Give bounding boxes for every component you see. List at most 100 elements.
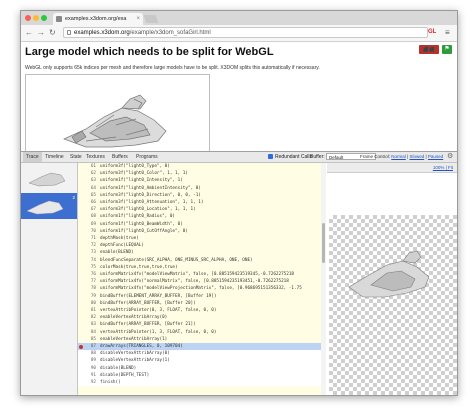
tab-bar: examples.x3dom.org/exa × [21,11,457,25]
menu-icon[interactable]: ≡ [445,28,450,37]
trace-line[interactable]: 75 colorMask(true,true,true,true) [78,264,326,271]
back-icon[interactable]: ← [25,28,33,37]
page-info-icon[interactable] [67,30,71,35]
trace-line[interactable]: 63 uniform1f("light0_Intensity", 1) [78,177,326,184]
preview-panel: 100% | Fit [327,163,457,395]
inspector-capture-button[interactable]: ⬛⬛ [419,45,439,54]
trace-line[interactable]: 73 enable(BLEND) [78,249,326,256]
browser-window: examples.x3dom.org/exa × ← → ↻ examples.… [20,10,458,396]
trace-line[interactable]: 62 uniform3f("light0_Color", 1, 1, 1) [78,170,326,177]
breakpoint-icon[interactable] [79,345,83,349]
trace-line[interactable]: 72 depthFunc(LEQUAL) [78,242,326,249]
line-number: 74 [90,257,96,263]
trace-line[interactable]: 77 uniformMatrix4fv("normalMatrix", false… [78,278,326,285]
call-text: blendFuncSeparate(SRC_ALPHA, ONE_MINUS_S… [100,257,253,263]
preview-canvas[interactable] [329,215,457,395]
call-text: uniform3f("light0_Color", 1, 1, 1) [100,171,188,177]
trace-line[interactable]: 67 uniform3f("light0_Location", 1, 1, 1) [78,206,326,213]
call-text: vertexAttribPointer(1, 3, FLOAT, false, … [100,329,217,335]
trace-line[interactable]: 81 vertexAttribPointer(0, 3, FLOAT, false… [78,307,326,314]
trace-line[interactable]: 85 enableVertexAttribArray(1) [78,336,326,343]
trace-line[interactable]: 65 uniform3f("light0_Direction", 0, 0, -1… [78,192,326,199]
trace-line[interactable]: 87 drawArrays(TRIANGLES, 0, 109704) [78,343,326,351]
line-number: 92 [90,380,96,385]
call-text: uniform1f("light0_Radius", 0) [100,214,176,220]
line-number: 68 [90,214,96,220]
tab-textures[interactable]: Textures [83,152,108,162]
scrollbar-thumb[interactable] [322,223,325,263]
trace-line[interactable]: 80 bindBuffer(ARRAY_BUFFER, [Buffer 20]) [78,300,326,307]
call-text: bindBuffer(ARRAY_BUFFER, [Buffer 20]) [100,300,196,306]
minimize-window-button[interactable] [33,15,39,21]
line-number: 69 [90,221,96,227]
call-text: uniform1f("light0_AmbientIntensity", 0) [100,185,201,191]
call-text: vertexAttribPointer(0, 3, FLOAT, false, … [100,308,217,313]
tab-buffers[interactable]: Buffers [109,152,131,162]
webgl-inspector-extension-icon[interactable]: GL [428,29,436,35]
line-number: 89 [90,358,96,364]
reload-icon[interactable]: ↻ [49,28,56,37]
redundant-calls-label: Redundant Calls [275,154,312,160]
forward-icon[interactable]: → [37,28,45,37]
trace-line[interactable]: 68 uniform1f("light0_Radius", 0) [78,213,326,220]
zoom-fit-link[interactable]: Fit [448,165,453,170]
frame-control-slowed[interactable]: Slowed [409,154,424,159]
call-text: uniform1f("light0_BeamWidth", 0) [100,221,183,227]
tab-programs[interactable]: Programs [133,152,161,162]
line-number: 83 [90,322,96,328]
zoom-window-button[interactable] [41,15,47,21]
trace-line[interactable]: 78 uniformMatrix4fv("modelViewProjectionM… [78,285,326,292]
trace-line[interactable]: 82 enableVertexAttribArray(0) [78,314,326,321]
close-window-button[interactable] [25,15,31,21]
tab-timeline[interactable]: Timeline [42,152,67,162]
trace-line[interactable]: 64 uniform1f("light0_AmbientIntensity", 0… [78,185,326,192]
tab-title: examples.x3dom.org/exa [65,16,127,22]
call-text: finish() [100,380,121,385]
trace-line[interactable]: 61 uniform3f("light0_Type", 0) [78,163,326,170]
trace-line[interactable]: 84 vertexAttribPointer(1, 3, FLOAT, false… [78,329,326,336]
trace-line[interactable]: 90 disable(BLEND) [78,364,326,372]
frame-control-normal[interactable]: Normal [391,154,406,159]
trace-line[interactable]: 69 uniform1f("light0_BeamWidth", 0) [78,221,326,228]
trace-line[interactable]: 70 uniform1f("light0_CutOffAngle", 0) [78,228,326,235]
call-text: uniform3f("light0_Type", 0) [100,164,170,169]
trace-line[interactable]: 66 uniform3f("light0_Attenuation", 1, 1, … [78,199,326,206]
line-number: 88 [90,351,96,357]
line-number: 67 [90,207,96,213]
zoom-controls: 100% | Fit [432,165,453,170]
trace-scrollbar[interactable] [321,163,326,395]
call-text: uniformMatrix4fv("normalMatrix", false, … [100,279,289,285]
new-tab-button[interactable] [143,15,159,23]
inspector-toggle-button[interactable]: ⚑ [442,45,452,54]
call-text: bindBuffer(ELEMENT_ARRAY_BUFFER, [Buffer… [100,293,217,299]
call-list-item[interactable]: 2 [21,193,77,219]
trace-line[interactable]: 74 blendFuncSeparate(SRC_ALPHA, ONE_MINUS… [78,257,326,264]
trace-line[interactable]: 79 bindBuffer(ELEMENT_ARRAY_BUFFER, [Buff… [78,293,326,300]
x3d-canvas[interactable] [25,74,210,158]
address-bar[interactable]: examples.x3dom.org/example/x3dom_sofaGir… [63,27,428,38]
call-text: disable(BLEND) [100,365,137,371]
trace-line[interactable]: 71 depthMask(true) [78,235,326,242]
gear-icon[interactable]: ⚙ [447,152,453,162]
zoom-100-link[interactable]: 100% [433,165,445,170]
call-list-item[interactable] [21,165,77,191]
url-path: /example/x3dom_sofaGirl.html [129,30,211,36]
call-list: 2 [21,163,78,395]
page-icon [56,16,62,22]
browser-tab[interactable]: examples.x3dom.org/exa × [53,13,143,25]
trace-line[interactable]: 88 disableVertexAttribArray(0) [78,350,326,358]
trace-line[interactable]: 89 disableVertexAttribArray(1) [78,357,326,365]
call-text: depthMask(true) [100,236,139,241]
frame-control-paused[interactable]: Paused [428,154,443,159]
redundant-calls-checkbox[interactable] [268,154,273,159]
close-icon[interactable]: × [136,13,140,25]
url-host: examples.x3dom.org [74,30,130,36]
trace-line[interactable]: 76 uniformMatrix4fv("modelViewMatrix", fa… [78,271,326,278]
tab-trace[interactable]: Trace [23,152,42,162]
line-number: 81 [90,308,96,313]
trace-line[interactable]: 92 finish() [78,379,326,387]
trace-line[interactable]: 91 disable(DEPTH_TEST) [78,371,326,379]
trace-line[interactable]: 83 bindBuffer(ARRAY_BUFFER, [Buffer 21]) [78,321,326,328]
line-number: 79 [90,293,96,299]
line-number: 90 [90,365,96,371]
